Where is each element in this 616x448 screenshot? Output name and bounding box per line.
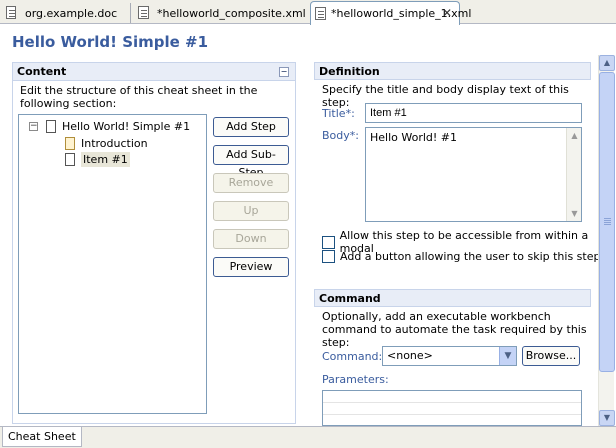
editor-tab-bar: org.example.doc *helloworld_composite.xm… bbox=[0, 0, 616, 25]
tree-item-root[interactable]: − Hello World! Simple #1 bbox=[29, 119, 190, 134]
tree-item-introduction[interactable]: Introduction bbox=[65, 136, 148, 151]
body-field[interactable]: Hello World! #1 ▲ ▼ bbox=[365, 127, 582, 222]
remove-button[interactable]: Remove bbox=[213, 173, 289, 193]
command-combo-value: <none> bbox=[387, 349, 433, 362]
chevron-down-icon[interactable]: ▼ bbox=[499, 347, 516, 365]
content-section-title: Content bbox=[17, 65, 67, 78]
tab-label: *helloworld_composite.xml bbox=[157, 6, 306, 20]
tab-cheat-sheet[interactable]: Cheat Sheet bbox=[2, 427, 82, 447]
body-text: Hello World! #1 bbox=[370, 131, 458, 144]
command-label: Command: bbox=[322, 350, 383, 363]
scroll-down-icon[interactable]: ▼ bbox=[567, 206, 582, 221]
scroll-up-icon[interactable]: ▲ bbox=[567, 128, 582, 143]
definition-section-header: Definition bbox=[314, 62, 591, 80]
skip-checkbox-row[interactable]: Add a button allowing the user to skip t… bbox=[322, 250, 600, 263]
tree-item-label: Introduction bbox=[81, 137, 148, 150]
command-combo[interactable]: <none> ▼ bbox=[382, 346, 517, 366]
add-sub-step-button[interactable]: Add Sub-Step bbox=[213, 145, 289, 179]
document-icon bbox=[6, 6, 20, 20]
step-icon bbox=[65, 153, 75, 166]
tree-item-label: Item #1 bbox=[81, 152, 130, 167]
parameters-table[interactable] bbox=[322, 390, 582, 426]
accessible-checkbox[interactable] bbox=[322, 235, 335, 249]
title-field[interactable] bbox=[365, 103, 582, 123]
body-label: Body*: bbox=[322, 129, 359, 142]
tab-helloworld-composite[interactable]: *helloworld_composite.xml bbox=[134, 2, 306, 24]
preview-button[interactable]: Preview bbox=[213, 257, 289, 277]
scrollbar-thumb[interactable] bbox=[599, 72, 615, 372]
editor-page-tabs: Cheat Sheet bbox=[0, 426, 616, 448]
content-description: Edit the structure of this cheat sheet i… bbox=[20, 84, 258, 110]
skip-checkbox-label: Add a button allowing the user to skip t… bbox=[340, 250, 601, 263]
title-label: Title*: bbox=[322, 107, 355, 120]
tab-label: org.example.doc bbox=[25, 6, 118, 20]
browse-button[interactable]: Browse... bbox=[522, 346, 580, 366]
content-section-header: Content − bbox=[13, 63, 295, 81]
skip-checkbox[interactable] bbox=[322, 250, 335, 263]
command-section-header: Command bbox=[314, 289, 591, 307]
command-description: Optionally, add an executable workbench … bbox=[322, 310, 587, 349]
collapse-icon[interactable]: − bbox=[279, 67, 289, 77]
add-step-button[interactable]: Add Step bbox=[213, 117, 289, 137]
down-button[interactable]: Down bbox=[213, 229, 289, 249]
close-icon[interactable]: ✕ bbox=[441, 7, 453, 19]
body-scrollbar[interactable]: ▲ ▼ bbox=[566, 128, 581, 221]
scroll-down-icon[interactable]: ▼ bbox=[599, 410, 615, 426]
xml-file-icon bbox=[315, 6, 326, 21]
tree-item-label: Hello World! Simple #1 bbox=[62, 120, 191, 133]
definition-section-title: Definition bbox=[319, 65, 380, 78]
page-title: Hello World! Simple #1 bbox=[12, 33, 209, 51]
command-section-title: Command bbox=[319, 292, 381, 305]
editor-scrollbar[interactable]: ▲ ▼ bbox=[598, 55, 615, 427]
xml-file-icon bbox=[138, 6, 152, 20]
parameters-label: Parameters: bbox=[322, 373, 389, 386]
intro-icon bbox=[65, 137, 75, 150]
tab-helloworld-simple[interactable]: *helloworld_simple_1.xml ✕ bbox=[310, 1, 471, 25]
tab-org-example-doc[interactable]: org.example.doc bbox=[2, 2, 117, 24]
collapse-tree-icon[interactable]: − bbox=[29, 122, 38, 131]
tree-item-item1[interactable]: Item #1 bbox=[65, 152, 130, 167]
scroll-up-icon[interactable]: ▲ bbox=[599, 55, 615, 71]
up-button[interactable]: Up bbox=[213, 201, 289, 221]
cheatsheet-icon bbox=[46, 120, 56, 133]
